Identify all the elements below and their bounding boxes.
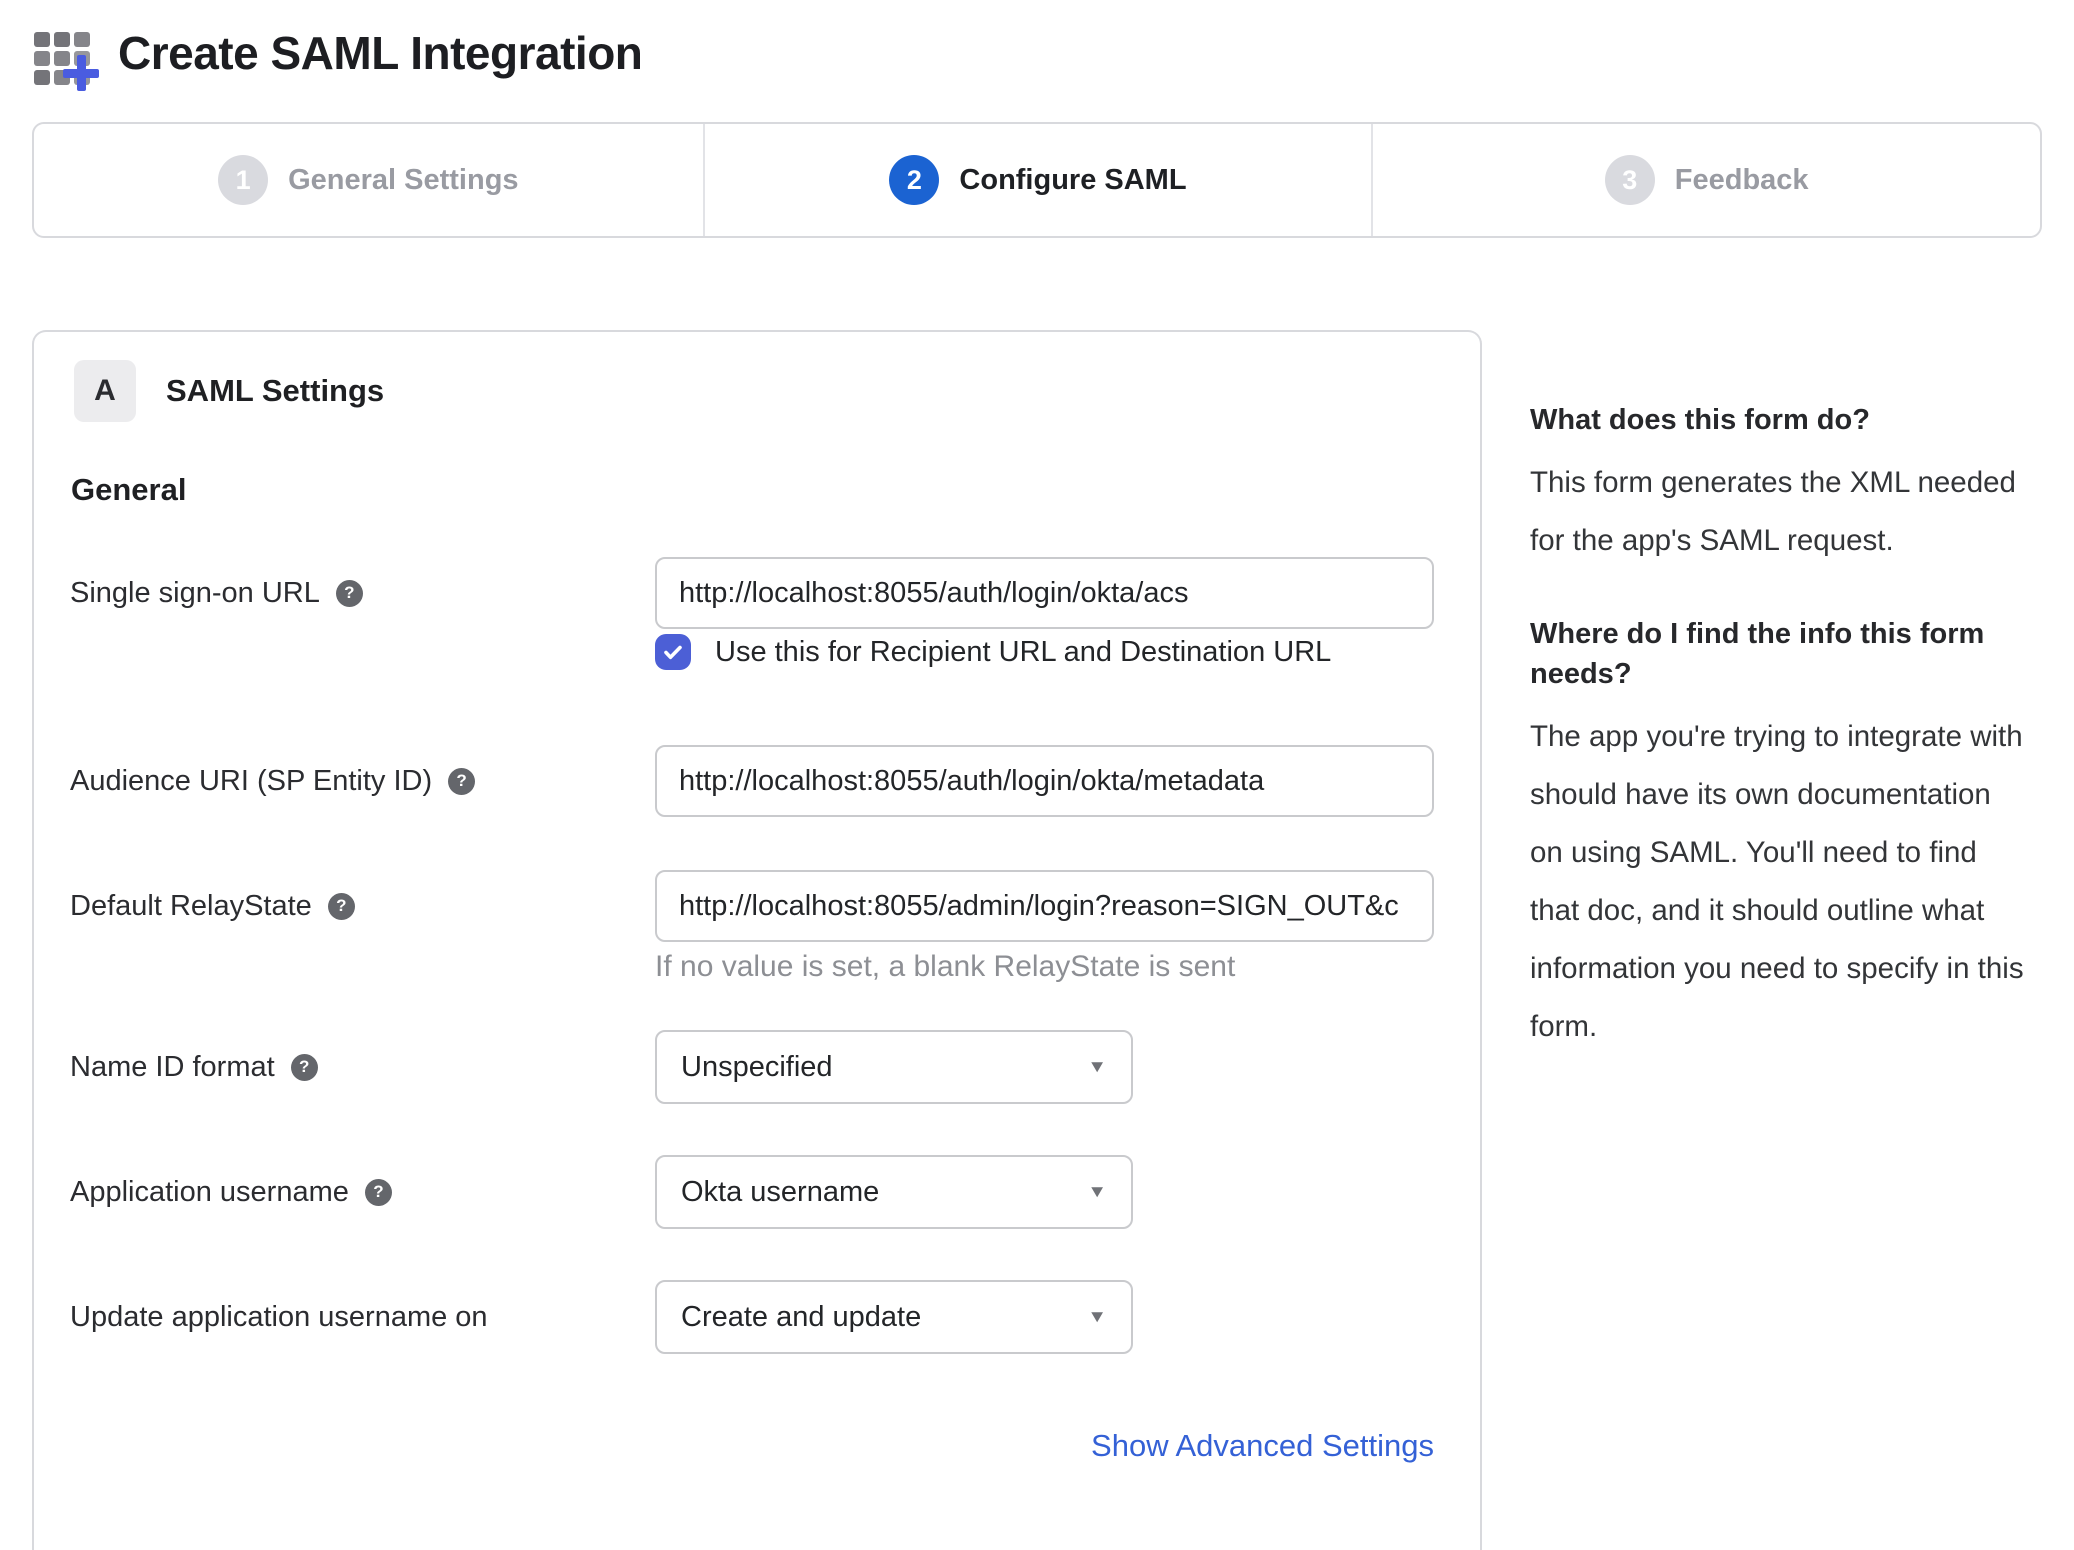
help-icon[interactable]: ? xyxy=(290,1053,318,1081)
step-general-settings[interactable]: 1 General Settings xyxy=(34,124,703,236)
recipient-url-checkbox[interactable] xyxy=(655,634,691,670)
page-header: Create SAML Integration xyxy=(32,16,643,91)
help-sidebar: What does this form do? This form genera… xyxy=(1530,400,2030,1100)
name-id-format-select[interactable]: Unspecified ▼ xyxy=(655,1030,1133,1104)
update-application-username-select[interactable]: Create and update ▼ xyxy=(655,1280,1133,1354)
field-row-audience-uri: Audience URI (SP Entity ID) ? xyxy=(70,745,1434,817)
update-application-username-label: Update application username on xyxy=(70,1300,488,1333)
step-number-3: 3 xyxy=(1604,155,1655,205)
step-label-general-settings: General Settings xyxy=(288,163,519,196)
step-feedback[interactable]: 3 Feedback xyxy=(1371,124,2040,236)
name-id-format-label: Name ID format xyxy=(70,1050,275,1083)
show-advanced-settings-link[interactable]: Show Advanced Settings xyxy=(1091,1428,1434,1463)
help-heading: What does this form do? xyxy=(1530,404,1870,436)
create-app-icon xyxy=(32,16,110,91)
help-body: This form generates the XML needed for t… xyxy=(1530,466,2016,557)
chevron-down-icon: ▼ xyxy=(1087,1182,1107,1201)
application-username-select[interactable]: Okta username ▼ xyxy=(655,1155,1133,1229)
application-username-label: Application username xyxy=(70,1175,349,1208)
help-icon[interactable]: ? xyxy=(448,767,476,795)
step-configure-saml[interactable]: 2 Configure SAML xyxy=(702,124,1372,236)
chevron-down-icon: ▼ xyxy=(1087,1057,1107,1076)
step-number-1: 1 xyxy=(218,155,269,205)
plus-icon xyxy=(63,55,99,91)
step-number-2: 2 xyxy=(889,155,940,205)
saml-settings-panel: A SAML Settings General Single sign-on U… xyxy=(32,330,1482,1550)
single-sign-on-url-label: Single sign-on URL xyxy=(70,576,320,609)
page-title: Create SAML Integration xyxy=(118,27,643,79)
field-row-update-application-username: Update application username on Create an… xyxy=(70,1280,1434,1354)
section-header: A SAML Settings xyxy=(74,360,384,422)
help-body: The app you're trying to integrate with … xyxy=(1530,720,2024,1043)
help-icon[interactable]: ? xyxy=(364,1178,392,1206)
help-icon[interactable]: ? xyxy=(327,892,355,920)
field-row-application-username: Application username ? Okta username ▼ xyxy=(70,1155,1434,1229)
single-sign-on-url-input[interactable] xyxy=(655,557,1434,629)
recipient-url-checkbox-label: Use this for Recipient URL and Destinati… xyxy=(715,635,1332,668)
field-row-name-id-format: Name ID format ? Unspecified ▼ xyxy=(70,1030,1434,1104)
section-badge-a: A xyxy=(74,360,136,422)
audience-uri-input[interactable] xyxy=(655,745,1434,817)
audience-uri-label: Audience URI (SP Entity ID) xyxy=(70,764,433,797)
help-icon[interactable]: ? xyxy=(335,579,363,607)
wizard-steps: 1 General Settings 2 Configure SAML 3 Fe… xyxy=(32,122,2042,238)
chevron-down-icon: ▼ xyxy=(1087,1307,1107,1326)
help-heading: Where do I find the info this form needs… xyxy=(1530,618,1985,690)
check-icon xyxy=(664,645,682,660)
help-block-what: What does this form do? This form genera… xyxy=(1530,400,2030,570)
recipient-url-checkbox-row: Use this for Recipient URL and Destinati… xyxy=(70,628,1434,676)
step-label-configure-saml: Configure SAML xyxy=(959,163,1187,196)
field-row-single-sign-on-url: Single sign-on URL ? xyxy=(70,557,1434,629)
help-block-where: Where do I find the info this form needs… xyxy=(1530,614,2030,1056)
general-subheading: General xyxy=(71,472,187,507)
section-title: SAML Settings xyxy=(166,373,385,408)
default-relaystate-label: Default RelayState xyxy=(70,889,312,922)
step-label-feedback: Feedback xyxy=(1674,163,1809,196)
field-row-default-relaystate: Default RelayState ? xyxy=(70,870,1434,942)
default-relaystate-input[interactable] xyxy=(655,870,1434,942)
relaystate-helper-text: If no value is set, a blank RelayState i… xyxy=(655,950,1236,983)
